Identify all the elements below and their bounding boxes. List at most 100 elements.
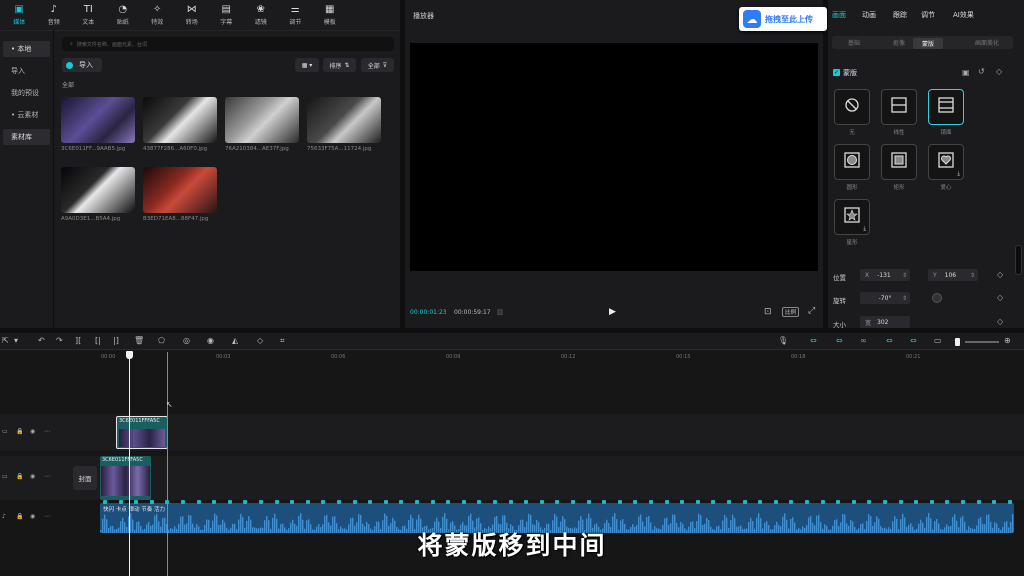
- split-right-icon[interactable]: |]: [113, 336, 119, 345]
- inspector-tab[interactable]: AI效果: [953, 10, 974, 20]
- more-icon[interactable]: ⋯: [44, 428, 50, 435]
- media-item[interactable]: B3ED71EA8...88F47.jpg: [143, 167, 217, 222]
- sort-button[interactable]: 排序 ⇅: [323, 58, 356, 72]
- mark-icon[interactable]: ⬠: [158, 336, 165, 345]
- keyframe-panel-icon[interactable]: ▣: [962, 68, 970, 77]
- tab-text[interactable]: TI 文本: [71, 0, 106, 30]
- lock-icon[interactable]: 🔒: [16, 428, 23, 435]
- mask-enable-checkbox[interactable]: ✓: [833, 69, 840, 76]
- tab-effects[interactable]: ✧ 特效: [140, 0, 175, 30]
- reset-icon[interactable]: ↺: [978, 67, 985, 76]
- inspector-subtab[interactable]: 基础: [848, 38, 860, 47]
- nav-library[interactable]: 素材库: [3, 129, 50, 145]
- mask-option[interactable]: [928, 89, 964, 125]
- search-input[interactable]: ⌕ 搜索文件名称、画面元素、台词: [62, 37, 394, 51]
- player-screen[interactable]: [410, 43, 818, 271]
- tab-adjust[interactable]: ⚌ 调节: [278, 0, 313, 30]
- media-item[interactable]: 75633F75A...11724.jpg: [307, 97, 381, 152]
- tab-media[interactable]: ▣ 媒体: [2, 0, 37, 30]
- track-type-icon[interactable]: ▭: [2, 428, 8, 435]
- freeze-icon[interactable]: ◎: [183, 336, 190, 345]
- fit-screen-icon[interactable]: ⊡: [764, 307, 772, 317]
- media-item[interactable]: A9A0D3E1...B5A4.jpg: [61, 167, 135, 222]
- track-type-icon[interactable]: ♪: [2, 513, 6, 520]
- media-item[interactable]: 3C6E011FF...9AAB5.jpg: [61, 97, 135, 152]
- rotate-dial[interactable]: [932, 293, 942, 303]
- keyframe-icon[interactable]: ◇: [996, 67, 1002, 76]
- zoom-slider[interactable]: [965, 341, 999, 343]
- tab-caption[interactable]: ▤ 字幕: [209, 0, 244, 30]
- nav-cloud[interactable]: • 云素材: [3, 107, 50, 123]
- timeline-view-icon[interactable]: ▥: [497, 308, 504, 316]
- eye-icon[interactable]: ◉: [30, 473, 35, 480]
- nav-my-presets[interactable]: 我的预设: [3, 85, 50, 101]
- tab-filter[interactable]: ❀ 滤镜: [244, 0, 279, 30]
- mirror-icon[interactable]: ◭: [232, 336, 238, 345]
- playhead-handle[interactable]: [126, 351, 133, 359]
- tab-audio[interactable]: ♪ 音频: [37, 0, 72, 30]
- mask-option[interactable]: [834, 89, 870, 125]
- size-keyframe-icon[interactable]: ◇: [997, 317, 1003, 326]
- clip-main[interactable]: 3C6E011FFFA5C: [100, 456, 151, 500]
- crop-icon[interactable]: ⌗: [280, 336, 285, 346]
- fullscreen-icon[interactable]: ⤢: [808, 306, 815, 316]
- rotate-keyframe-icon[interactable]: ◇: [997, 293, 1003, 302]
- rotate-icon[interactable]: ◇: [257, 336, 263, 345]
- snap-icon[interactable]: ⇔: [886, 336, 893, 345]
- inspector-subtab[interactable]: 蒙版: [913, 38, 944, 49]
- clip-upper[interactable]: 3C6E011FFFA5C: [116, 416, 168, 449]
- panel-collapse-handle[interactable]: [1015, 245, 1022, 275]
- mask-option[interactable]: [881, 89, 917, 125]
- record-icon[interactable]: ◉: [207, 336, 214, 345]
- lock-icon[interactable]: 🔒: [16, 513, 23, 520]
- play-icon[interactable]: ▶: [609, 307, 616, 317]
- tab-sticker[interactable]: ◔ 贴纸: [106, 0, 141, 30]
- nav-local[interactable]: • 本地: [3, 41, 50, 57]
- mask-option[interactable]: ⤓: [834, 199, 870, 235]
- inspector-subtab[interactable]: 抠像: [893, 38, 905, 47]
- inspector-tab[interactable]: 画面: [832, 10, 846, 20]
- link-main-icon[interactable]: ⇔: [810, 336, 817, 345]
- size-width-field[interactable]: 宽 302: [860, 316, 910, 328]
- inspector-tab[interactable]: 跟踪: [893, 10, 907, 20]
- select-icon[interactable]: ⇱: [2, 336, 9, 345]
- position-keyframe-icon[interactable]: ◇: [997, 270, 1003, 279]
- import-button[interactable]: 导入: [62, 58, 102, 72]
- tab-template[interactable]: ▦ 模板: [313, 0, 348, 30]
- chain-icon[interactable]: ∞: [860, 336, 867, 345]
- nav-import[interactable]: 导入: [3, 63, 50, 79]
- microphone-icon[interactable]: 🎙: [778, 336, 788, 345]
- link-icon[interactable]: ⇔: [836, 336, 843, 345]
- dropdown-icon[interactable]: ▾: [14, 336, 18, 345]
- redo-icon[interactable]: ↷: [56, 336, 63, 345]
- ratio-button[interactable]: 比例: [782, 307, 800, 317]
- split-icon[interactable]: ][: [75, 336, 81, 345]
- mask-option[interactable]: [834, 144, 870, 180]
- preview-icon[interactable]: ▭: [934, 336, 942, 345]
- more-icon[interactable]: ⋯: [44, 473, 50, 480]
- split-left-icon[interactable]: [|: [95, 336, 101, 345]
- more-icon[interactable]: ⋯: [44, 513, 50, 520]
- track-type-icon[interactable]: ▭: [2, 473, 8, 480]
- view-mode-button[interactable]: ▦ ▾: [295, 58, 319, 72]
- mask-option[interactable]: [881, 144, 917, 180]
- position-x-field[interactable]: X -131 ⇕: [860, 269, 910, 281]
- inspector-tab[interactable]: 动画: [862, 10, 876, 20]
- tab-transition[interactable]: ⋈ 转场: [175, 0, 210, 30]
- zoom-slider-knob[interactable]: [955, 338, 960, 346]
- inspector-tab[interactable]: 调节: [921, 10, 935, 20]
- rotate-field[interactable]: -70° ⇕: [860, 292, 910, 304]
- zoom-in-icon[interactable]: ⊕: [1004, 336, 1011, 345]
- media-item[interactable]: 43877F286...A60F0.jpg: [143, 97, 217, 152]
- lock-icon[interactable]: 🔒: [16, 473, 23, 480]
- delete-icon[interactable]: 🗑: [134, 336, 144, 345]
- align-icon[interactable]: ⇔: [910, 336, 917, 345]
- eye-icon[interactable]: ◉: [30, 428, 35, 435]
- media-item[interactable]: 76A210384...AE37F.jpg: [225, 97, 299, 152]
- filter-button[interactable]: 全部 ⊽: [361, 58, 394, 72]
- undo-icon[interactable]: ↶: [38, 336, 45, 345]
- speaker-icon[interactable]: ◉: [30, 513, 35, 520]
- upload-widget[interactable]: ☁ 拖拽至此上传: [739, 7, 827, 31]
- inspector-subtab[interactable]: 画面美化: [975, 38, 999, 47]
- position-y-field[interactable]: Y 106 ⇕: [928, 269, 978, 281]
